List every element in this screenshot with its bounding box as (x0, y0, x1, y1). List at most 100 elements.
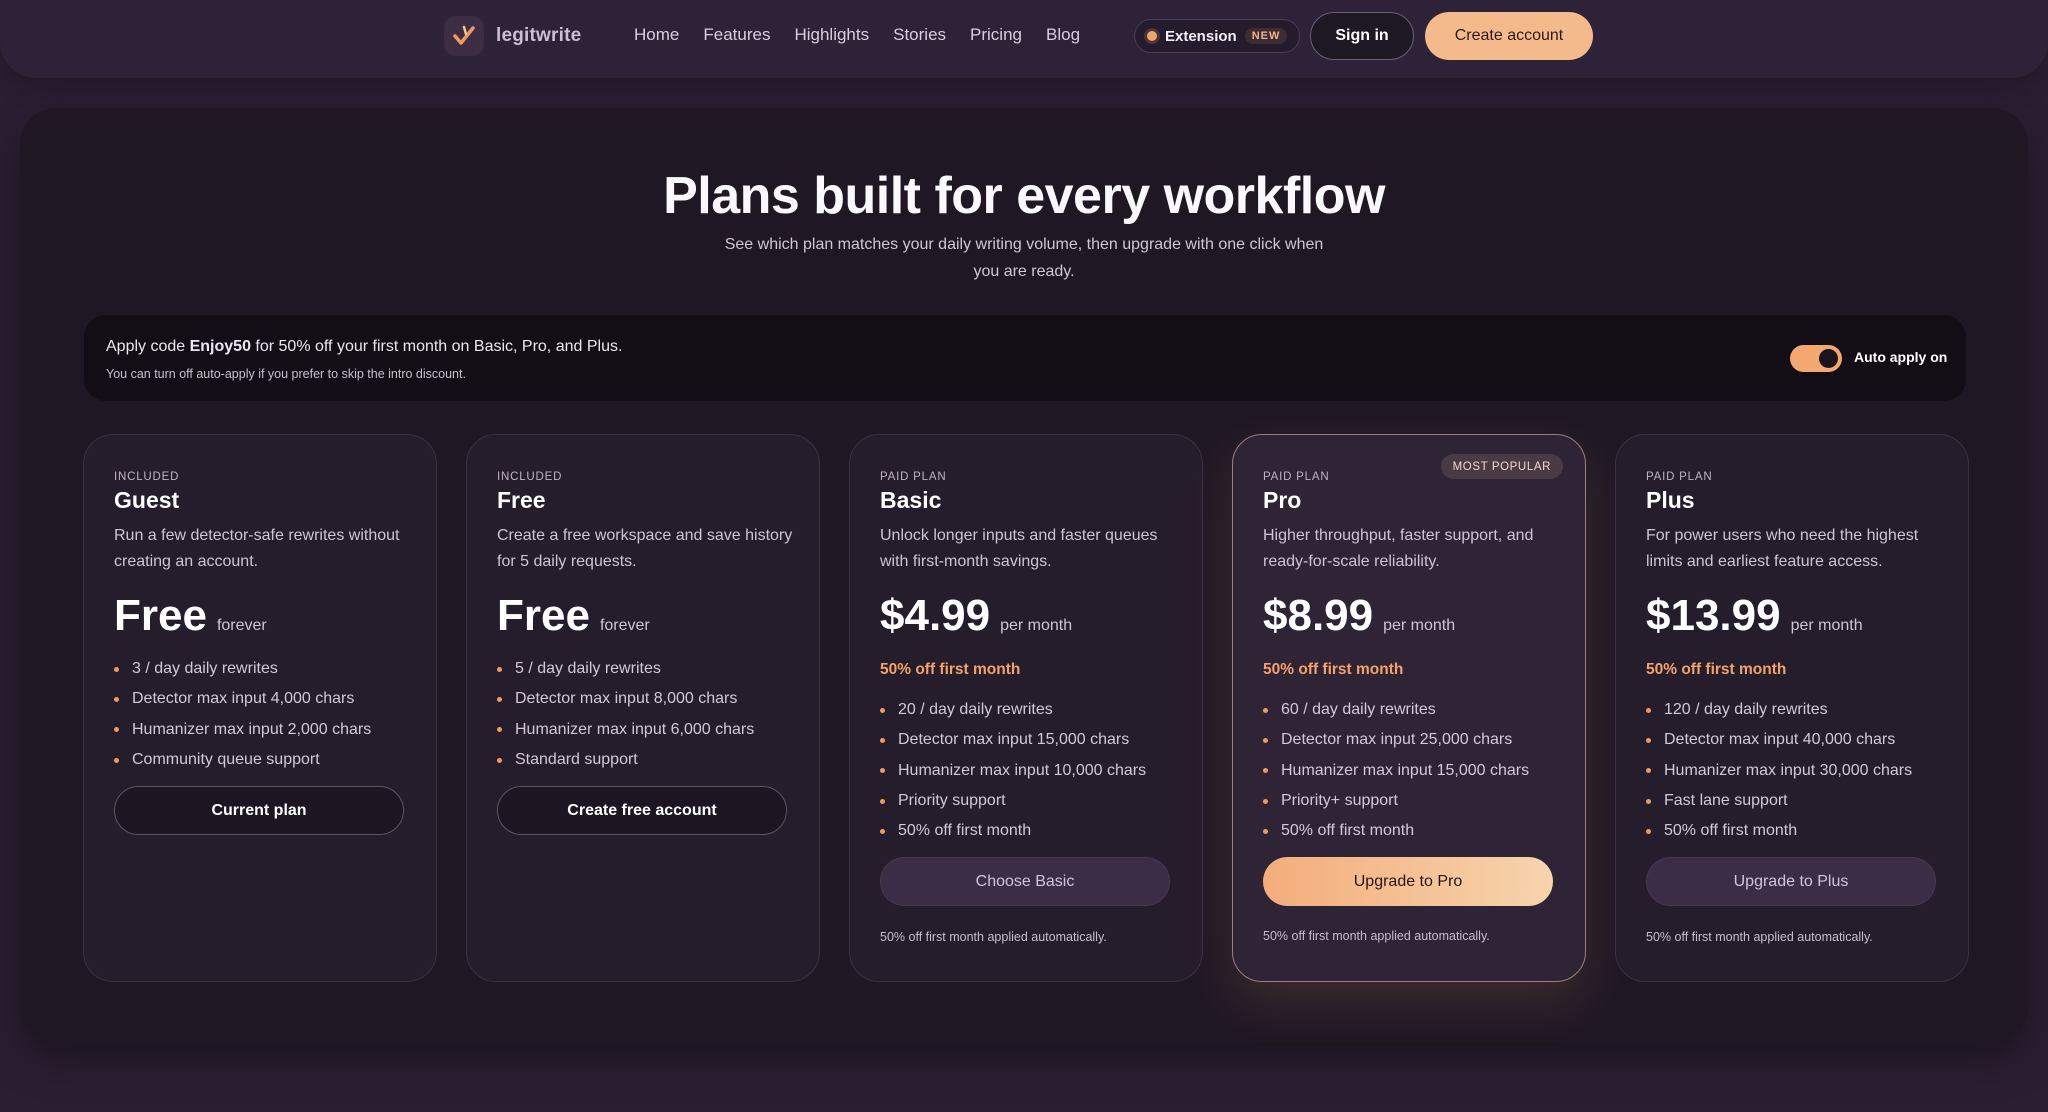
feature-item: 50% off first month (880, 816, 1146, 846)
nav-link-features[interactable]: Features (703, 25, 770, 45)
feature-list: 3 / day daily rewrites Detector max inpu… (114, 654, 371, 775)
plan-card-pro: MOST POPULAR PAID PLAN Pro Higher throug… (1232, 434, 1586, 982)
promo-code: Enjoy50 (189, 338, 251, 355)
promo-text: Apply code Enjoy50 for 50% off your firs… (106, 338, 622, 356)
plan-description: For power users who need the highest lim… (1646, 527, 1919, 570)
current-plan-button[interactable]: Current plan (114, 786, 404, 835)
plan-card-guest: INCLUDED Guest Run a few detector-safe r… (83, 434, 437, 982)
create-free-account-button[interactable]: Create free account (497, 786, 787, 835)
auto-apply-label: Auto apply on (1854, 349, 1948, 365)
plan-description: Higher throughput, faster support, and r… (1263, 527, 1534, 570)
brand-logo[interactable]: legitwrite (444, 16, 581, 56)
create-account-button[interactable]: Create account (1425, 12, 1593, 60)
feature-item: Detector max input 15,000 chars (880, 725, 1146, 755)
plan-card-plus: PAID PLAN Plus For power users who need … (1615, 434, 1969, 982)
feature-item: Fast lane support (1646, 786, 1912, 816)
feature-item: Humanizer max input 6,000 chars (497, 715, 754, 745)
price-period: per month (1383, 617, 1456, 634)
plan-note: 50% off first month applied automaticall… (880, 930, 1107, 944)
price-amount: $4.99 (880, 591, 991, 640)
promo-suffix: for 50% off your first month on Basic, P… (250, 338, 623, 355)
plan-note: 50% off first month applied automaticall… (1646, 930, 1873, 944)
feature-item: 120 / day daily rewrites (1646, 695, 1912, 725)
feature-item: Priority+ support (1263, 786, 1529, 816)
plan-name: Basic (880, 487, 942, 513)
price-amount: $8.99 (1263, 591, 1374, 640)
plan-eyebrow: INCLUDED (497, 471, 563, 483)
feature-item: Community queue support (114, 745, 371, 775)
price-amount: Free (114, 591, 207, 640)
feature-item: 5 / day daily rewrites (497, 654, 754, 684)
discount-label: 50% off first month (880, 661, 1021, 678)
plan-price: $4.99 per month (880, 591, 1072, 641)
new-badge: NEW (1244, 28, 1288, 44)
discount-label: 50% off first month (1263, 661, 1404, 678)
feature-list: 120 / day daily rewrites Detector max in… (1646, 695, 1912, 846)
feature-list: 5 / day daily rewrites Detector max inpu… (497, 654, 754, 775)
promo-prefix: Apply code (106, 338, 190, 355)
plan-name: Free (497, 487, 546, 513)
page-title: Plans built for every workflow (663, 167, 1385, 225)
feature-item: 20 / day daily rewrites (880, 695, 1146, 725)
plan-note: 50% off first month applied automaticall… (1263, 929, 1490, 943)
feature-item: 60 / day daily rewrites (1263, 695, 1529, 725)
plan-price: Free forever (497, 591, 650, 641)
plan-card-free: INCLUDED Free Create a free workspace an… (466, 434, 820, 982)
nav-link-highlights[interactable]: Highlights (794, 25, 869, 45)
feature-item: Humanizer max input 10,000 chars (880, 756, 1146, 786)
promo-banner: Apply code Enjoy50 for 50% off your firs… (84, 315, 1966, 401)
price-amount: Free (497, 591, 590, 640)
top-nav: legitwrite Home Features Highlights Stor… (0, 0, 2048, 78)
sign-in-button[interactable]: Sign in (1310, 12, 1414, 60)
plan-price: $8.99 per month (1263, 591, 1455, 641)
price-period: per month (1000, 617, 1073, 634)
checkmark-pen-icon (444, 16, 484, 56)
most-popular-badge: MOST POPULAR (1440, 454, 1563, 479)
price-period: forever (599, 617, 650, 634)
plan-name: Pro (1263, 487, 1302, 513)
upgrade-to-pro-button[interactable]: Upgrade to Pro (1263, 857, 1553, 906)
feature-item: 50% off first month (1646, 816, 1912, 846)
choose-basic-button[interactable]: Choose Basic (880, 857, 1170, 906)
nav-link-stories[interactable]: Stories (893, 25, 946, 45)
nav-link-home[interactable]: Home (634, 25, 679, 45)
feature-list: 20 / day daily rewrites Detector max inp… (880, 695, 1146, 846)
nav-link-pricing[interactable]: Pricing (970, 25, 1022, 45)
price-period: per month (1790, 617, 1863, 634)
feature-item: Humanizer max input 15,000 chars (1263, 756, 1529, 786)
plan-eyebrow: PAID PLAN (880, 471, 947, 483)
upgrade-to-plus-button[interactable]: Upgrade to Plus (1646, 857, 1936, 906)
toggle-knob (1819, 349, 1838, 368)
plan-name: Plus (1646, 487, 1695, 513)
plan-description: Create a free workspace and save history… (497, 527, 793, 570)
feature-item: 50% off first month (1263, 816, 1529, 846)
feature-item: Detector max input 25,000 chars (1263, 725, 1529, 755)
plan-eyebrow: INCLUDED (114, 471, 180, 483)
extension-label: Extension (1165, 27, 1237, 45)
plan-eyebrow: PAID PLAN (1646, 471, 1713, 483)
plan-description: Unlock longer inputs and faster queues w… (880, 527, 1158, 570)
plan-eyebrow: PAID PLAN (1263, 471, 1330, 483)
feature-item: Detector max input 8,000 chars (497, 684, 754, 714)
auto-apply-toggle[interactable] (1790, 345, 1842, 372)
plan-name: Guest (114, 487, 180, 513)
brand-name: legitwrite (496, 25, 582, 46)
page-subtitle: See which plan matches your daily writin… (724, 236, 1324, 280)
price-amount: $13.99 (1646, 591, 1781, 640)
nav-links: Home Features Highlights Stories Pricing… (634, 25, 1080, 45)
plan-price: $13.99 per month (1646, 591, 1863, 641)
price-period: forever (216, 617, 267, 634)
status-dot-icon (1147, 31, 1157, 41)
plan-description: Run a few detector-safe rewrites without… (114, 527, 400, 570)
feature-item: Detector max input 4,000 chars (114, 684, 371, 714)
feature-item: Standard support (497, 745, 754, 775)
plan-card-basic: PAID PLAN Basic Unlock longer inputs and… (849, 434, 1203, 982)
promo-subtext: You can turn off auto-apply if you prefe… (106, 367, 466, 381)
feature-item: Humanizer max input 2,000 chars (114, 715, 371, 745)
nav-link-blog[interactable]: Blog (1046, 25, 1080, 45)
feature-item: Priority support (880, 786, 1146, 816)
extension-button[interactable]: Extension NEW (1134, 19, 1300, 53)
feature-list: 60 / day daily rewrites Detector max inp… (1263, 695, 1529, 846)
feature-item: Humanizer max input 30,000 chars (1646, 756, 1912, 786)
plan-price: Free forever (114, 591, 267, 641)
